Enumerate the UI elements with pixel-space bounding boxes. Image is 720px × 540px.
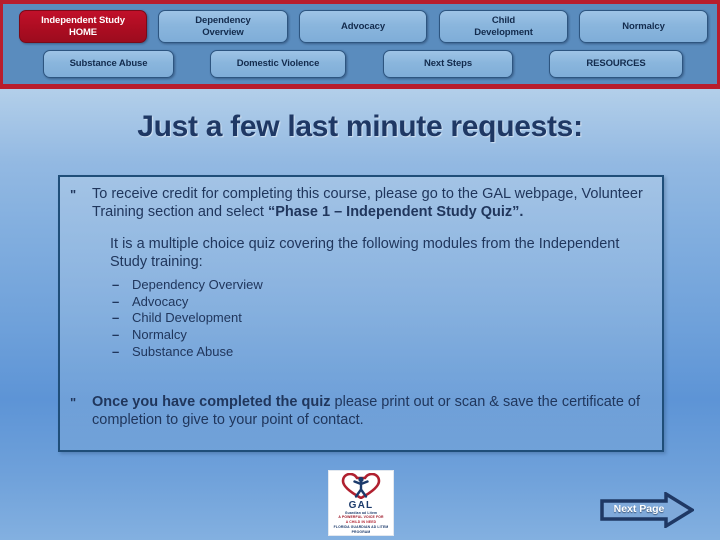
nav-button-independent-study-home[interactable]: Independent Study HOME <box>19 10 147 43</box>
nav-button-label: Independent Study HOME <box>41 15 125 38</box>
bullet-paragraph-2: " Once you have completed the quiz pleas… <box>70 393 650 429</box>
bullet-paragraph-1-text: To receive credit for completing this co… <box>92 185 650 221</box>
gal-heart-figure-icon <box>341 473 381 499</box>
list-item-label: Dependency Overview <box>132 277 263 292</box>
list-dash-icon: – <box>112 277 120 292</box>
list-item: – Substance Abuse <box>112 344 650 361</box>
nav-button-label: Child Development <box>474 15 533 38</box>
list-item: – Child Development <box>112 310 650 327</box>
nav-button-child-development[interactable]: Child Development <box>439 10 568 43</box>
content-box: " To receive credit for completing this … <box>58 175 664 452</box>
nav-button-label: Advocacy <box>340 20 386 32</box>
list-dash-icon: – <box>112 310 120 326</box>
nav-button-label: RESOURCES <box>586 58 646 70</box>
nav-button-next-steps[interactable]: Next Steps <box>383 50 513 78</box>
bullet-marker-icon: " <box>70 394 77 410</box>
list-dash-icon: – <box>112 327 120 343</box>
list-item-label: Normalcy <box>132 327 187 343</box>
bullet-paragraph-1: " To receive credit for completing this … <box>70 185 650 221</box>
nav-button-label: Next Steps <box>423 58 473 70</box>
nav-button-normalcy[interactable]: Normalcy <box>579 10 708 43</box>
nav-button-label: Domestic Violence <box>236 58 320 70</box>
gal-logo: GAL Guardian ad Litem A POWERFUL VOICE F… <box>328 470 394 536</box>
bullet-paragraph-2-text: Once you have completed the quiz please … <box>92 393 650 429</box>
nav-button-label: Normalcy <box>622 20 665 32</box>
gal-tagline-3: A CHILD IN NEED <box>345 519 377 524</box>
nav-button-resources[interactable]: RESOURCES <box>549 50 683 78</box>
module-list: – Dependency Overview – Advocacy – Child… <box>112 277 650 361</box>
list-item: – Advocacy <box>112 294 650 311</box>
paragraph-1-bold: “Phase 1 – Independent Study Quiz”. <box>267 204 524 220</box>
bullet-marker-icon: " <box>70 187 77 202</box>
gal-tagline-5: PROGRAM <box>351 529 371 534</box>
nav-button-substance-abuse[interactable]: Substance Abuse <box>43 50 174 78</box>
quiz-description-text: It is a multiple choice quiz covering th… <box>110 236 620 270</box>
nav-button-dependency-overview[interactable]: Dependency Overview <box>158 10 288 43</box>
navigation-header: Independent Study HOME Dependency Overvi… <box>0 0 720 89</box>
next-page-button[interactable]: Next Page <box>600 492 694 528</box>
nav-button-label: Dependency Overview <box>195 15 251 38</box>
slide-canvas: Independent Study HOME Dependency Overvi… <box>0 0 720 540</box>
list-item-label: Child Development <box>132 310 242 326</box>
list-item-label: Advocacy <box>132 293 189 309</box>
slide-title: Just a few last minute requests: <box>137 110 583 143</box>
gal-wordmark: GAL <box>348 500 374 511</box>
nav-button-label: Substance Abuse <box>69 58 148 70</box>
list-dash-icon: – <box>112 343 120 359</box>
nav-button-domestic-violence[interactable]: Domestic Violence <box>210 50 346 78</box>
paragraph-2-bold: Once you have completed the quiz <box>92 393 331 410</box>
list-item: – Normalcy <box>112 327 650 344</box>
list-dash-icon: – <box>112 293 120 309</box>
nav-button-advocacy[interactable]: Advocacy <box>299 10 427 43</box>
list-item: – Dependency Overview <box>112 277 650 294</box>
list-item-label: Substance Abuse <box>132 343 234 359</box>
right-arrow-icon <box>600 492 694 528</box>
